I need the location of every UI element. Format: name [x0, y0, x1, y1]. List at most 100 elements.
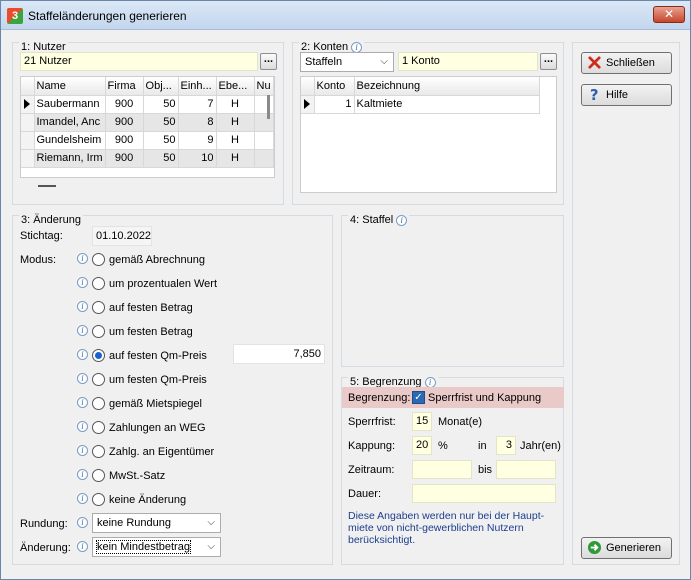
aenderung-group-label: 3: Änderung	[19, 214, 83, 226]
info-icon[interactable]: i	[351, 41, 363, 53]
bis-label: bis	[478, 464, 493, 476]
modus-radio-5[interactable]	[92, 373, 105, 386]
modus-radio-6[interactable]	[92, 397, 105, 410]
sperrfrist-unit: Monat(e)	[438, 416, 483, 428]
info-icon[interactable]: i	[424, 376, 436, 388]
col-header-konto[interactable]: Konto	[314, 77, 355, 96]
sperrfrist-input[interactable]: 15	[412, 412, 432, 431]
info-icon[interactable]: i	[396, 214, 408, 226]
info-icon[interactable]: i	[77, 445, 88, 456]
modus-radio-10[interactable]	[92, 493, 105, 506]
konten-select-button[interactable]: ...	[540, 53, 557, 70]
stichtag-label: Stichtag:	[20, 230, 63, 242]
modus-option-label: MwSt.-Satz	[109, 470, 166, 482]
modus-radio-7[interactable]	[92, 421, 105, 434]
kappung-input[interactable]: 20	[412, 436, 432, 455]
svg-text:?: ?	[590, 87, 599, 102]
schliessen-button[interactable]: Schließen	[581, 52, 672, 74]
info-icon[interactable]: i	[77, 493, 88, 504]
konten-grid[interactable]: Konto Bezeichnung 1 Kaltmiete	[300, 76, 557, 193]
kappung-unit: %	[438, 440, 448, 452]
info-icon[interactable]: i	[77, 349, 88, 360]
sperrfrist-label: Sperrfrist:	[348, 416, 396, 428]
table-row[interactable]: Riemann, Irm 900 50 10 H	[21, 149, 274, 168]
nutzer-field[interactable]: 21 Nutzer	[20, 52, 258, 71]
staffel-group: 4: Staffel i	[341, 214, 564, 367]
title-bar: 3 Staffeländerungen generieren ✕	[1, 1, 690, 30]
row-indicator-icon	[301, 95, 315, 114]
col-header-bezeichnung[interactable]: Bezeichnung	[354, 77, 540, 96]
modus-option-label: um festen Betrag	[109, 326, 193, 338]
modus-radio-4[interactable]	[92, 349, 105, 362]
col-header-name[interactable]: Name	[34, 77, 106, 96]
info-icon[interactable]: i	[77, 421, 88, 432]
vertical-scrollbar-thumb[interactable]	[267, 95, 270, 119]
col-header-firma[interactable]: Firma	[105, 77, 144, 96]
modus-option-label: gemäß Abrechnung	[109, 254, 206, 266]
hilfe-button[interactable]: ? Hilfe	[581, 84, 672, 106]
horizontal-scrollbar-track[interactable]	[38, 185, 56, 187]
info-icon[interactable]: i	[77, 277, 88, 288]
nutzer-grid[interactable]: Name Firma Obj... Einh... Ebe... Nu Saub…	[20, 76, 275, 178]
info-icon[interactable]: i	[77, 541, 88, 552]
modus-option-label: keine Änderung	[109, 494, 187, 506]
table-row[interactable]: 1 Kaltmiete	[301, 95, 540, 114]
table-row[interactable]: Gundelsheim 900 50 9 H	[21, 131, 274, 150]
begrenzung-note-1: Diese Angaben werden nur bei der Haupt-	[348, 510, 545, 522]
table-row[interactable]: Imandel, Anc 900 50 8 H	[21, 113, 274, 132]
modus-radio-9[interactable]	[92, 469, 105, 482]
help-icon: ?	[590, 87, 599, 102]
modus-radio-1[interactable]	[92, 277, 105, 290]
modus-option-label: auf festen Betrag	[109, 302, 193, 314]
info-icon[interactable]: i	[77, 397, 88, 408]
col-header-nu[interactable]: Nu	[254, 77, 274, 96]
in-label: in	[478, 440, 487, 452]
modus-radio-8[interactable]	[92, 445, 105, 458]
konten-type-select[interactable]: Staffeln ⌵	[300, 52, 394, 72]
zeitraum-from-input[interactable]	[412, 460, 472, 479]
table-row[interactable]: Saubermann 900 50 7 H	[21, 95, 274, 114]
info-icon[interactable]: i	[77, 373, 88, 384]
modus-radio-3[interactable]	[92, 325, 105, 338]
col-header-objekt[interactable]: Obj...	[143, 77, 179, 96]
app-logo-icon: 3	[7, 8, 23, 24]
modus-radio-2[interactable]	[92, 301, 105, 314]
chevron-down-icon: ⌵	[207, 541, 215, 552]
info-icon[interactable]: i	[77, 517, 88, 528]
dauer-input[interactable]	[412, 484, 556, 503]
info-icon[interactable]: i	[77, 301, 88, 312]
zeitraum-label: Zeitraum:	[348, 464, 395, 476]
stichtag-input[interactable]: 01.10.2022	[92, 226, 152, 246]
close-button[interactable]: ✕	[653, 6, 685, 23]
konten-table: Konto Bezeichnung 1 Kaltmiete	[301, 77, 540, 114]
nutzer-table: Name Firma Obj... Einh... Ebe... Nu Saub…	[21, 77, 274, 168]
nutzer-select-button[interactable]: ...	[260, 53, 277, 70]
sperrfrist-kappung-checkbox[interactable]: ✓	[412, 391, 425, 404]
dauer-label: Dauer:	[348, 488, 382, 500]
aenderung-label: Änderung:	[20, 542, 71, 554]
modus-option-label: gemäß Mietspiegel	[109, 398, 202, 410]
arrow-right-circle-icon	[587, 540, 602, 555]
zeitraum-to-input[interactable]	[496, 460, 556, 479]
col-header-ebene[interactable]: Ebe...	[216, 77, 255, 96]
info-icon[interactable]: i	[77, 325, 88, 336]
konten-field[interactable]: 1 Konto	[398, 52, 538, 71]
generieren-button[interactable]: Generieren	[581, 537, 672, 559]
qm-preis-input[interactable]: 7,850	[233, 344, 325, 364]
jahre-input[interactable]: 3	[496, 436, 516, 455]
chevron-down-icon: ⌵	[207, 517, 215, 528]
begrenzung-label: Begrenzung:	[348, 392, 411, 404]
modus-option-label: um festen Qm-Preis	[109, 374, 207, 386]
aenderung-select[interactable]: kein Mindestbetrag ⌵	[92, 537, 221, 557]
rundung-select[interactable]: keine Rundung ⌵	[92, 513, 221, 533]
button-panel	[572, 42, 680, 565]
info-icon[interactable]: i	[77, 469, 88, 480]
window-title: Staffeländerungen generieren	[28, 9, 187, 23]
info-icon[interactable]: i	[77, 253, 88, 264]
col-header-einheit[interactable]: Einh...	[178, 77, 217, 96]
begrenzung-note-2: miete von nicht-gewerblichen Nutzern	[348, 522, 524, 534]
jahre-unit: Jahr(en)	[520, 440, 561, 452]
modus-radio-0[interactable]	[92, 253, 105, 266]
rundung-label: Rundung:	[20, 518, 68, 530]
close-icon	[588, 56, 601, 69]
